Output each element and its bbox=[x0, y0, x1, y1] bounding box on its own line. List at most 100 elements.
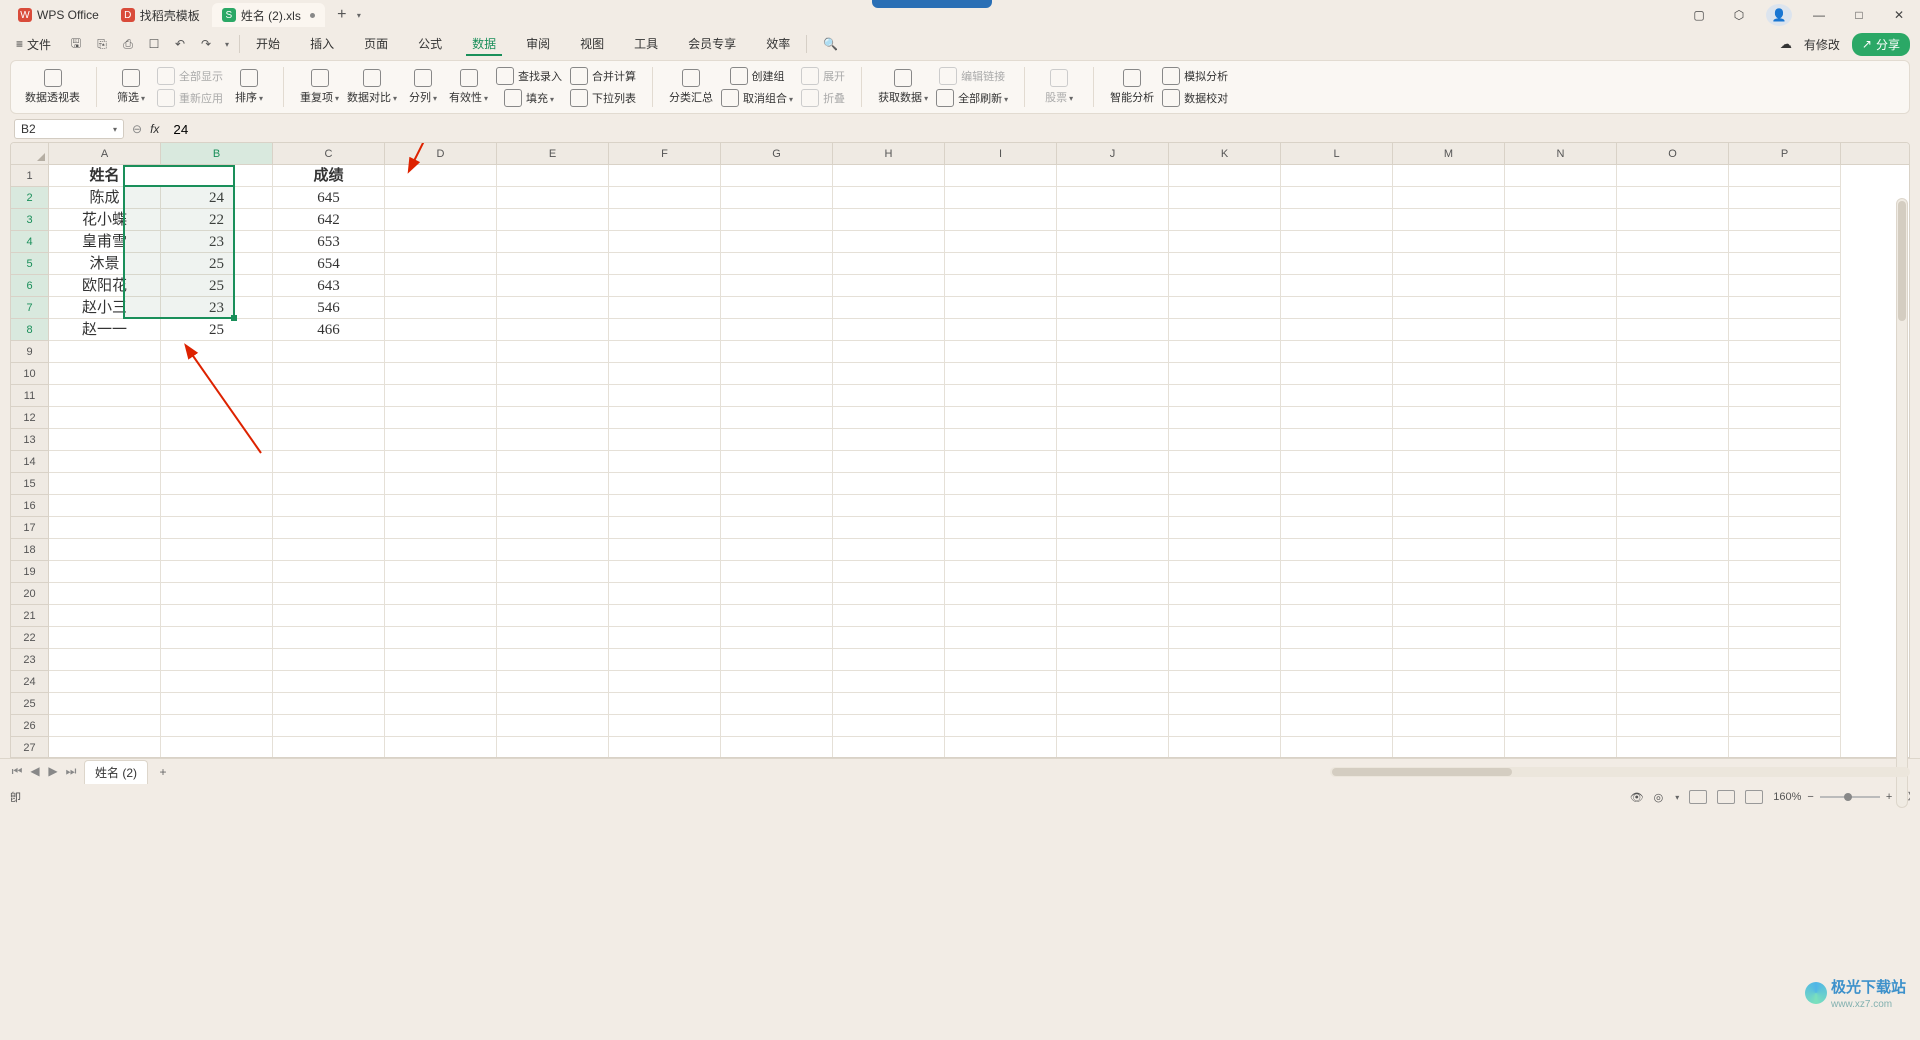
subtotal-button[interactable]: 分类汇总 bbox=[669, 69, 713, 105]
cell-P1[interactable] bbox=[1729, 165, 1841, 187]
cell-B14[interactable] bbox=[161, 451, 273, 473]
row-header-11[interactable]: 11 bbox=[11, 385, 48, 407]
row-header-21[interactable]: 21 bbox=[11, 605, 48, 627]
cell-K4[interactable] bbox=[1169, 231, 1281, 253]
cell-E18[interactable] bbox=[497, 539, 609, 561]
cell-B3[interactable]: 22 bbox=[161, 209, 273, 231]
cell-C21[interactable] bbox=[273, 605, 385, 627]
cell-J12[interactable] bbox=[1057, 407, 1169, 429]
cell-E22[interactable] bbox=[497, 627, 609, 649]
cell-A3[interactable]: 花小蝶 bbox=[49, 209, 161, 231]
row-header-14[interactable]: 14 bbox=[11, 451, 48, 473]
cell-O1[interactable] bbox=[1617, 165, 1729, 187]
tab-view[interactable]: 视图 bbox=[574, 33, 610, 56]
cell-N4[interactable] bbox=[1505, 231, 1617, 253]
cell-D19[interactable] bbox=[385, 561, 497, 583]
cell-C25[interactable] bbox=[273, 693, 385, 715]
col-header-P[interactable]: P bbox=[1729, 143, 1841, 164]
cell-K25[interactable] bbox=[1169, 693, 1281, 715]
cell-H20[interactable] bbox=[833, 583, 945, 605]
cell-G23[interactable] bbox=[721, 649, 833, 671]
cell-M13[interactable] bbox=[1393, 429, 1505, 451]
cell-O18[interactable] bbox=[1617, 539, 1729, 561]
cell-N27[interactable] bbox=[1505, 737, 1617, 758]
cell-A19[interactable] bbox=[49, 561, 161, 583]
cell-E13[interactable] bbox=[497, 429, 609, 451]
refreshall-button[interactable]: 全部刷新▾ bbox=[936, 89, 1008, 107]
cell-D4[interactable] bbox=[385, 231, 497, 253]
col-header-J[interactable]: J bbox=[1057, 143, 1169, 164]
cell-L3[interactable] bbox=[1281, 209, 1393, 231]
cancel-formula-icon[interactable]: ⊖ bbox=[132, 122, 142, 136]
cell-G13[interactable] bbox=[721, 429, 833, 451]
tab-insert[interactable]: 插入 bbox=[304, 33, 340, 56]
cell-L16[interactable] bbox=[1281, 495, 1393, 517]
cell-O23[interactable] bbox=[1617, 649, 1729, 671]
cell-D6[interactable] bbox=[385, 275, 497, 297]
cell-M21[interactable] bbox=[1393, 605, 1505, 627]
cell-A18[interactable] bbox=[49, 539, 161, 561]
cell-G19[interactable] bbox=[721, 561, 833, 583]
cell-D15[interactable] bbox=[385, 473, 497, 495]
cell-D11[interactable] bbox=[385, 385, 497, 407]
cell-P8[interactable] bbox=[1729, 319, 1841, 341]
smart-button[interactable]: 智能分析 bbox=[1110, 69, 1154, 105]
cell-O13[interactable] bbox=[1617, 429, 1729, 451]
cell-I27[interactable] bbox=[945, 737, 1057, 758]
cell-F19[interactable] bbox=[609, 561, 721, 583]
cell-M19[interactable] bbox=[1393, 561, 1505, 583]
validity-button[interactable]: 有效性▾ bbox=[449, 69, 488, 105]
cell-C16[interactable] bbox=[273, 495, 385, 517]
tab-efficiency[interactable]: 效率 bbox=[760, 33, 796, 56]
cell-M22[interactable] bbox=[1393, 627, 1505, 649]
cell-K23[interactable] bbox=[1169, 649, 1281, 671]
cell-A21[interactable] bbox=[49, 605, 161, 627]
cell-H9[interactable] bbox=[833, 341, 945, 363]
cell-G22[interactable] bbox=[721, 627, 833, 649]
cell-N14[interactable] bbox=[1505, 451, 1617, 473]
cell-N19[interactable] bbox=[1505, 561, 1617, 583]
cell-J2[interactable] bbox=[1057, 187, 1169, 209]
col-header-H[interactable]: H bbox=[833, 143, 945, 164]
cell-H12[interactable] bbox=[833, 407, 945, 429]
cell-M15[interactable] bbox=[1393, 473, 1505, 495]
cell-H23[interactable] bbox=[833, 649, 945, 671]
cell-P22[interactable] bbox=[1729, 627, 1841, 649]
print-icon[interactable]: ⎙ bbox=[119, 35, 137, 53]
cell-K3[interactable] bbox=[1169, 209, 1281, 231]
cell-P16[interactable] bbox=[1729, 495, 1841, 517]
col-header-F[interactable]: F bbox=[609, 143, 721, 164]
cell-G15[interactable] bbox=[721, 473, 833, 495]
cell-F6[interactable] bbox=[609, 275, 721, 297]
cell-M16[interactable] bbox=[1393, 495, 1505, 517]
cell-F10[interactable] bbox=[609, 363, 721, 385]
cell-D2[interactable] bbox=[385, 187, 497, 209]
row-header-24[interactable]: 24 bbox=[11, 671, 48, 693]
cell-I13[interactable] bbox=[945, 429, 1057, 451]
row-header-17[interactable]: 17 bbox=[11, 517, 48, 539]
cell-J16[interactable] bbox=[1057, 495, 1169, 517]
cell-J1[interactable] bbox=[1057, 165, 1169, 187]
cell-C11[interactable] bbox=[273, 385, 385, 407]
cell-J24[interactable] bbox=[1057, 671, 1169, 693]
cell-B27[interactable] bbox=[161, 737, 273, 758]
col-header-K[interactable]: K bbox=[1169, 143, 1281, 164]
col-header-G[interactable]: G bbox=[721, 143, 833, 164]
cell-B11[interactable] bbox=[161, 385, 273, 407]
cell-L5[interactable] bbox=[1281, 253, 1393, 275]
cell-I24[interactable] bbox=[945, 671, 1057, 693]
cell-N3[interactable] bbox=[1505, 209, 1617, 231]
cell-J26[interactable] bbox=[1057, 715, 1169, 737]
cell-O15[interactable] bbox=[1617, 473, 1729, 495]
cell-G8[interactable] bbox=[721, 319, 833, 341]
cell-L9[interactable] bbox=[1281, 341, 1393, 363]
showall-button[interactable]: 全部显示 bbox=[157, 67, 223, 85]
cell-L17[interactable] bbox=[1281, 517, 1393, 539]
cell-N17[interactable] bbox=[1505, 517, 1617, 539]
cell-N24[interactable] bbox=[1505, 671, 1617, 693]
dup-button[interactable]: 重复项▾ bbox=[300, 69, 339, 105]
cell-L1[interactable] bbox=[1281, 165, 1393, 187]
cell-K7[interactable] bbox=[1169, 297, 1281, 319]
cell-C10[interactable] bbox=[273, 363, 385, 385]
cell-K2[interactable] bbox=[1169, 187, 1281, 209]
